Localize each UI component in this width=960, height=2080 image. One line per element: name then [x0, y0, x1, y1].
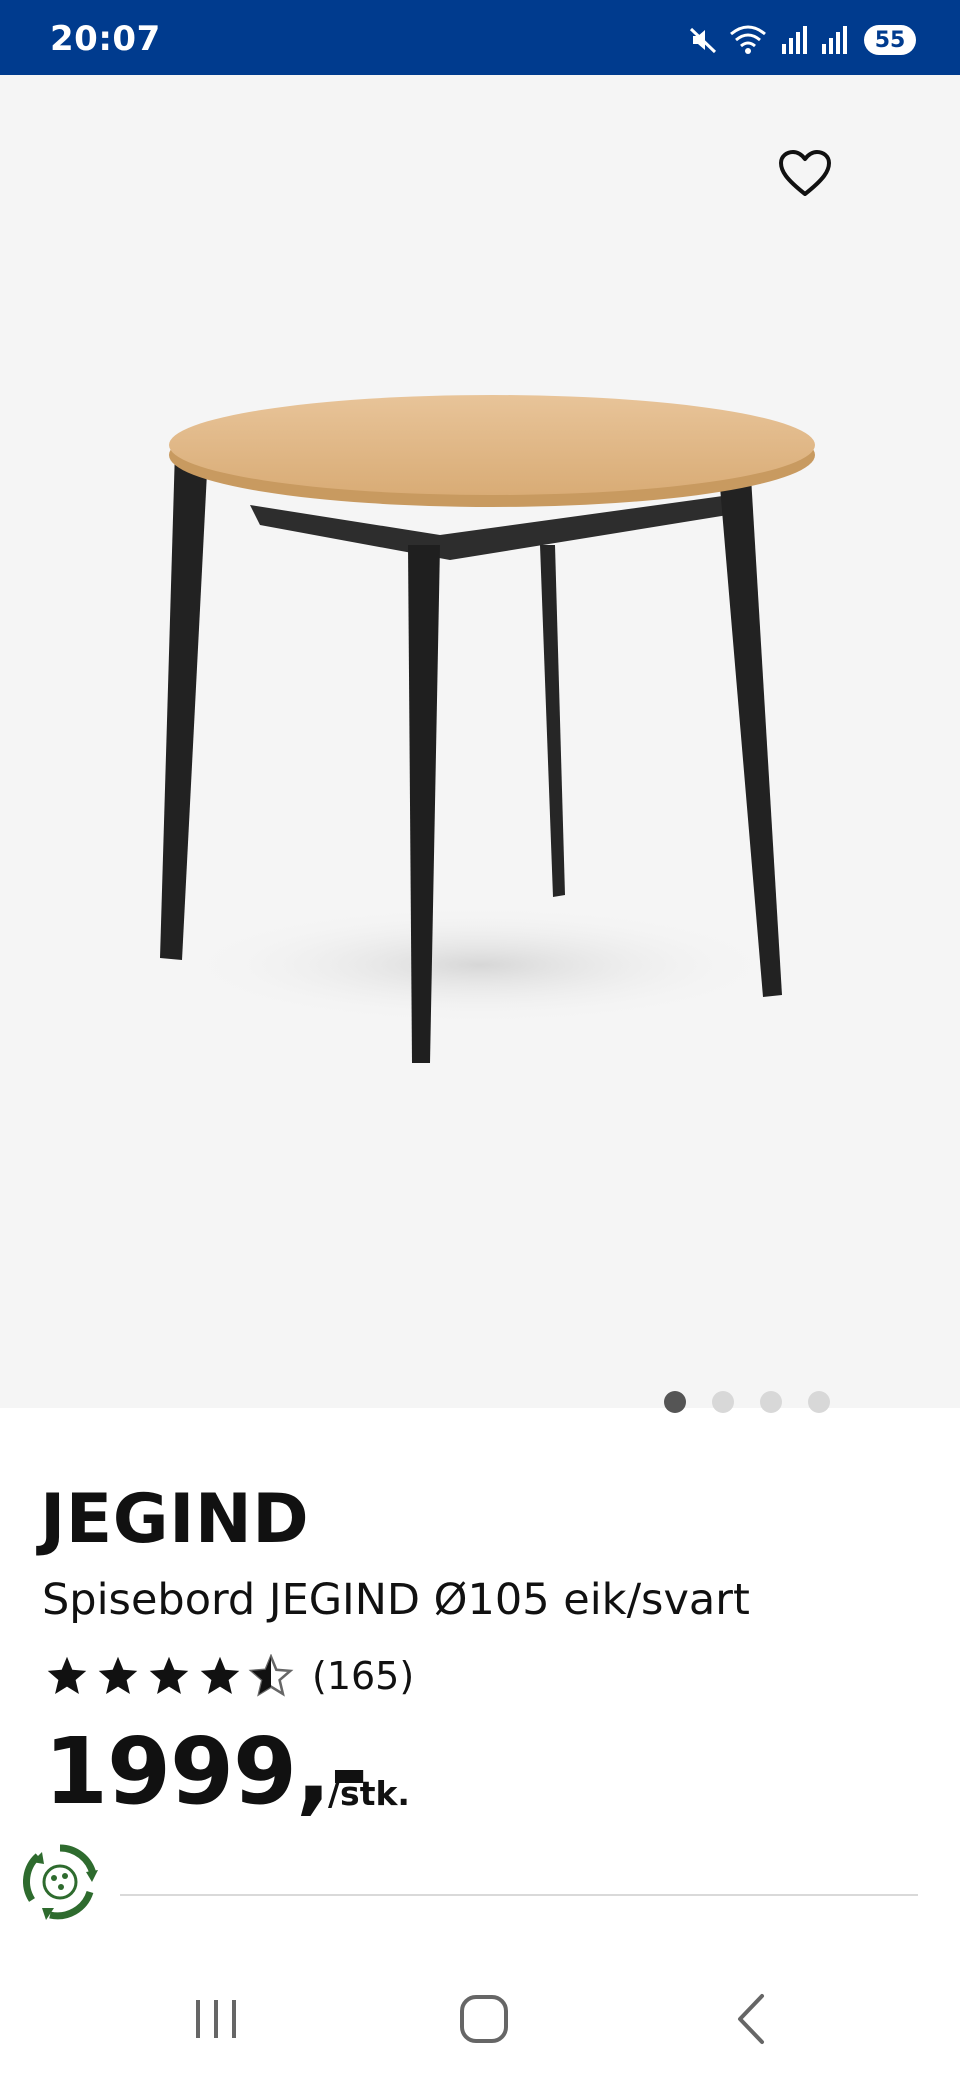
mute-icon: [688, 25, 718, 55]
pagination-dot[interactable]: [808, 1391, 830, 1413]
pagination-dot[interactable]: [760, 1391, 782, 1413]
pagination-dot[interactable]: [712, 1391, 734, 1413]
product-page: 20:07 55 JEGIND Spisebord JEGIND Ø105 ei…: [0, 0, 960, 2080]
product-rating[interactable]: (165): [44, 1654, 414, 1698]
rating-stars: [44, 1654, 294, 1698]
home-button[interactable]: [444, 1984, 524, 2054]
favorite-button[interactable]: [778, 149, 832, 199]
product-description: Spisebord JEGIND Ø105 eik/svart: [42, 1575, 750, 1625]
half-star-icon: [248, 1654, 294, 1697]
product-price: 1999,-: [44, 1718, 368, 1825]
star-icon: [47, 1656, 87, 1694]
recycle-eco-icon[interactable]: [20, 1842, 100, 1922]
price-unit: /stk.: [328, 1774, 410, 1813]
home-icon: [460, 1995, 508, 2043]
star-icon: [200, 1656, 240, 1694]
heart-icon: [779, 150, 831, 196]
star-icon: [149, 1656, 189, 1694]
signal-icon: [778, 24, 808, 56]
status-icons: 55: [688, 22, 916, 58]
system-navigation-bar: [0, 1960, 960, 2080]
pagination-dot[interactable]: [664, 1391, 686, 1413]
battery-indicator: 55: [864, 25, 916, 55]
recent-apps-icon: [196, 2000, 236, 2038]
gallery-pagination[interactable]: [664, 1391, 830, 1413]
back-button[interactable]: [712, 1984, 792, 2054]
product-image[interactable]: [130, 385, 830, 1105]
status-time: 20:07: [50, 19, 161, 59]
star-icon: [98, 1656, 138, 1694]
product-brand: JEGIND: [40, 1480, 310, 1559]
wifi-icon: [728, 24, 768, 56]
signal-icon: [818, 24, 848, 56]
review-count[interactable]: (165): [312, 1654, 414, 1698]
recent-apps-button[interactable]: [176, 1984, 256, 2054]
back-icon: [738, 1994, 764, 2044]
product-gallery[interactable]: [0, 75, 960, 1413]
divider: [120, 1894, 918, 1896]
status-bar: 20:07 55: [0, 0, 960, 75]
